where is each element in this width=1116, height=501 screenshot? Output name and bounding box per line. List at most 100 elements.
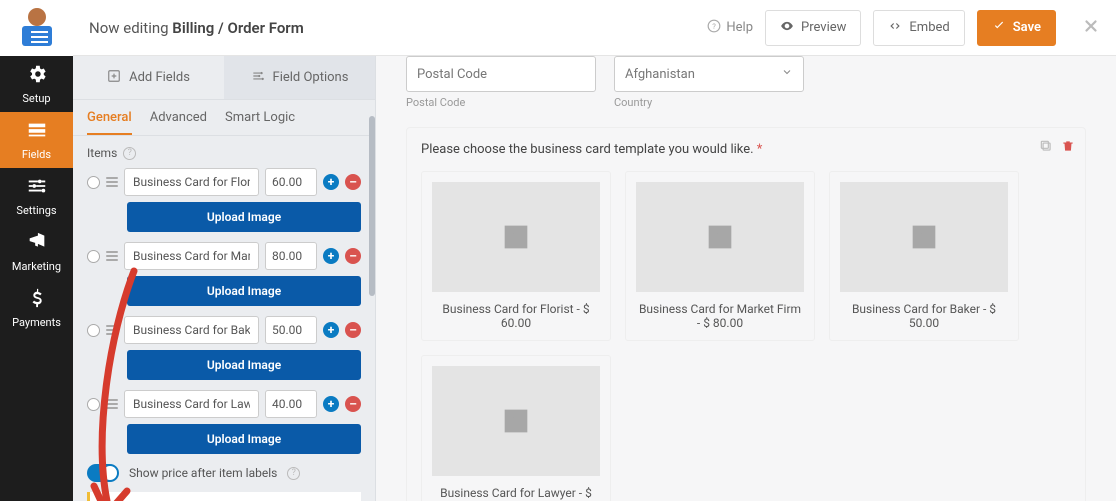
nav-payments[interactable]: Payments — [0, 280, 73, 336]
code-icon — [888, 19, 902, 37]
help-icon[interactable]: ? — [287, 467, 300, 480]
help-icon: ? — [707, 19, 721, 37]
subtab-general[interactable]: General — [87, 110, 132, 135]
add-item-button[interactable]: + — [323, 174, 339, 190]
nav-fields[interactable]: Fields — [0, 112, 73, 168]
add-item-button[interactable]: + — [323, 396, 339, 412]
gear-icon — [26, 63, 48, 88]
duplicate-icon[interactable] — [1039, 138, 1053, 157]
page-title: Now editing Billing / Order Form — [89, 19, 304, 37]
item-caption: Business Card for Florist - $ 60.00 — [432, 302, 600, 330]
radio-icon[interactable] — [87, 176, 100, 189]
postal-code-input[interactable]: Postal Code — [406, 56, 596, 92]
drag-handle-icon[interactable] — [106, 399, 118, 409]
item-price-input[interactable] — [265, 316, 317, 344]
item-caption: Business Card for Market Firm - $ 80.00 — [636, 302, 804, 330]
item-choice[interactable]: Business Card for Baker - $ 50.00 — [829, 171, 1019, 341]
drag-handle-icon[interactable] — [106, 177, 118, 187]
item-row: + – Upload Image — [87, 390, 361, 454]
item-price-input[interactable] — [265, 390, 317, 418]
subtab-smart-logic[interactable]: Smart Logic — [225, 110, 295, 135]
remove-item-button[interactable]: – — [345, 396, 361, 412]
plus-box-icon — [107, 69, 121, 87]
drag-handle-icon[interactable] — [106, 325, 118, 335]
item-choice[interactable]: Business Card for Market Firm - $ 80.00 — [625, 171, 815, 341]
close-button[interactable] — [1082, 17, 1100, 39]
item-row: + – Upload Image — [87, 168, 361, 232]
tab-label: Add Fields — [129, 70, 190, 85]
items-field-block[interactable]: Please choose the business card template… — [406, 127, 1086, 501]
sidebar: Setup Fields Settings Marketing Payments — [0, 0, 73, 501]
item-price-input[interactable] — [265, 242, 317, 270]
field-sublabel: Country — [614, 96, 804, 109]
item-name-input[interactable] — [124, 242, 259, 270]
radio-icon[interactable] — [87, 250, 100, 263]
upload-image-button[interactable]: Upload Image — [127, 424, 361, 454]
item-name-input[interactable] — [124, 168, 259, 196]
item-choice[interactable]: Business Card for Florist - $ 60.00 — [421, 171, 611, 341]
editing-prefix: Now editing — [89, 19, 172, 37]
form-name: Billing / Order Form — [172, 19, 303, 37]
logo — [0, 0, 73, 56]
nav-label: Settings — [16, 204, 56, 217]
tab-field-options[interactable]: Field Options — [224, 56, 375, 99]
item-row: + – Upload Image — [87, 316, 361, 380]
toggle-label: Show price after item labels — [129, 466, 277, 480]
check-icon — [992, 19, 1006, 37]
help-icon[interactable]: ? — [123, 147, 136, 160]
close-icon — [1082, 20, 1100, 39]
subtab-advanced[interactable]: Advanced — [150, 110, 207, 135]
upload-image-button[interactable]: Upload Image — [127, 276, 361, 306]
items-label-text: Items — [87, 146, 117, 160]
help-label: Help — [726, 20, 753, 35]
tab-add-fields[interactable]: Add Fields — [73, 56, 224, 99]
item-name-input[interactable] — [124, 316, 259, 344]
preview-button[interactable]: Preview — [765, 10, 861, 46]
radio-icon[interactable] — [87, 398, 100, 411]
upload-image-button[interactable]: Upload Image — [127, 202, 361, 232]
image-placeholder-icon — [636, 182, 804, 292]
placeholder-text: Postal Code — [417, 67, 487, 82]
sliders-icon — [26, 175, 48, 200]
eye-icon — [780, 19, 794, 37]
item-caption: Business Card for Lawyer - $ 40.00 — [432, 486, 600, 501]
save-button[interactable]: Save — [977, 10, 1056, 46]
required-mark: * — [757, 142, 763, 157]
panel-scrollbar[interactable] — [369, 116, 375, 296]
nav-settings[interactable]: Settings — [0, 168, 73, 224]
tab-label: Field Options — [273, 70, 349, 85]
info-notice: Images are not cropped or resized. For b… — [87, 492, 361, 501]
bullhorn-icon — [26, 231, 48, 256]
remove-item-button[interactable]: – — [345, 248, 361, 264]
save-label: Save — [1013, 20, 1041, 35]
embed-label: Embed — [909, 20, 949, 35]
add-item-button[interactable]: + — [323, 322, 339, 338]
remove-item-button[interactable]: – — [345, 322, 361, 338]
nav-setup[interactable]: Setup — [0, 56, 73, 112]
topbar: Now editing Billing / Order Form ? Help … — [73, 0, 1116, 56]
remove-item-button[interactable]: – — [345, 174, 361, 190]
nav-label: Marketing — [12, 260, 61, 273]
preview-label: Preview — [801, 20, 846, 35]
form-icon — [26, 119, 48, 144]
item-price-input[interactable] — [265, 168, 317, 196]
item-name-input[interactable] — [124, 390, 259, 418]
image-placeholder-icon — [432, 182, 600, 292]
item-choice[interactable]: Business Card for Lawyer - $ 40.00 — [421, 355, 611, 501]
show-price-toggle[interactable] — [87, 464, 119, 482]
image-placeholder-icon — [840, 182, 1008, 292]
item-caption: Business Card for Baker - $ 50.00 — [840, 302, 1008, 330]
upload-image-button[interactable]: Upload Image — [127, 350, 361, 380]
item-row: + – Upload Image — [87, 242, 361, 306]
svg-text:?: ? — [713, 21, 717, 30]
trash-icon[interactable] — [1061, 138, 1075, 157]
country-select[interactable]: Afghanistan — [614, 56, 804, 92]
nav-label: Fields — [22, 148, 51, 161]
embed-button[interactable]: Embed — [873, 10, 964, 46]
radio-icon[interactable] — [87, 324, 100, 337]
add-item-button[interactable]: + — [323, 248, 339, 264]
field-question: Please choose the business card template… — [421, 142, 1071, 157]
nav-marketing[interactable]: Marketing — [0, 224, 73, 280]
help-link[interactable]: ? Help — [707, 19, 753, 37]
drag-handle-icon[interactable] — [106, 251, 118, 261]
